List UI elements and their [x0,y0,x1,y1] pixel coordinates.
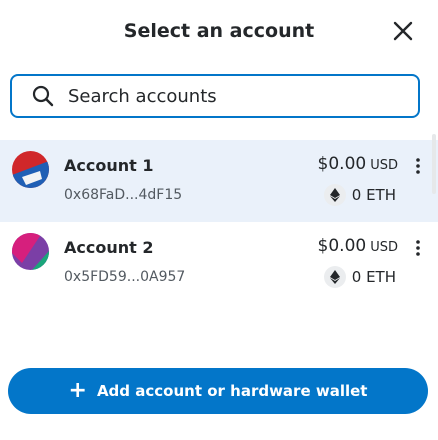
eth-icon [323,266,346,288]
balance-value: $0.00 [317,154,367,174]
balance-currency: USD [370,240,398,255]
plus-icon: + [68,378,87,403]
balance-currency: USD [370,158,398,173]
page-title: Select an account [123,20,315,42]
account-menu-icon[interactable] [410,238,426,258]
balance-value: $0.00 [317,236,367,256]
add-account-label: Add account or hardware wallet [96,382,368,400]
avatar [12,151,49,188]
account-row[interactable]: Account 1 0x68FaD...4dF15 $0.00 USD 0 ETH [0,140,438,222]
account-name: Account 1 [64,156,154,175]
token-balance: 0 ETH [323,266,396,288]
account-row[interactable]: Account 2 0x5FD59...0A957 $0.00 USD 0 ETH [0,222,438,304]
account-balance: $0.00 USD [318,154,398,174]
search-input[interactable] [68,85,388,107]
token-balance: 0 ETH [323,184,396,206]
token-amount: 0 ETH [351,268,396,286]
avatar [12,233,49,270]
add-account-button[interactable]: + Add account or hardware wallet [8,368,428,414]
search-box[interactable] [10,74,420,118]
account-address: 0x68FaD...4dF15 [64,187,183,203]
account-balance: $0.00 USD [318,236,398,256]
account-name: Account 2 [64,238,154,257]
token-amount: 0 ETH [351,186,396,204]
account-list: Account 1 0x68FaD...4dF15 $0.00 USD 0 ETH… [0,140,438,304]
scrollbar[interactable] [430,128,438,324]
modal-header: Select an account [0,0,438,66]
account-address: 0x5FD59...0A957 [64,269,186,285]
search-icon [32,85,54,107]
account-menu-icon[interactable] [410,156,426,176]
eth-icon [323,184,346,206]
scrollbar-thumb[interactable] [432,134,436,194]
close-icon[interactable] [390,18,416,44]
